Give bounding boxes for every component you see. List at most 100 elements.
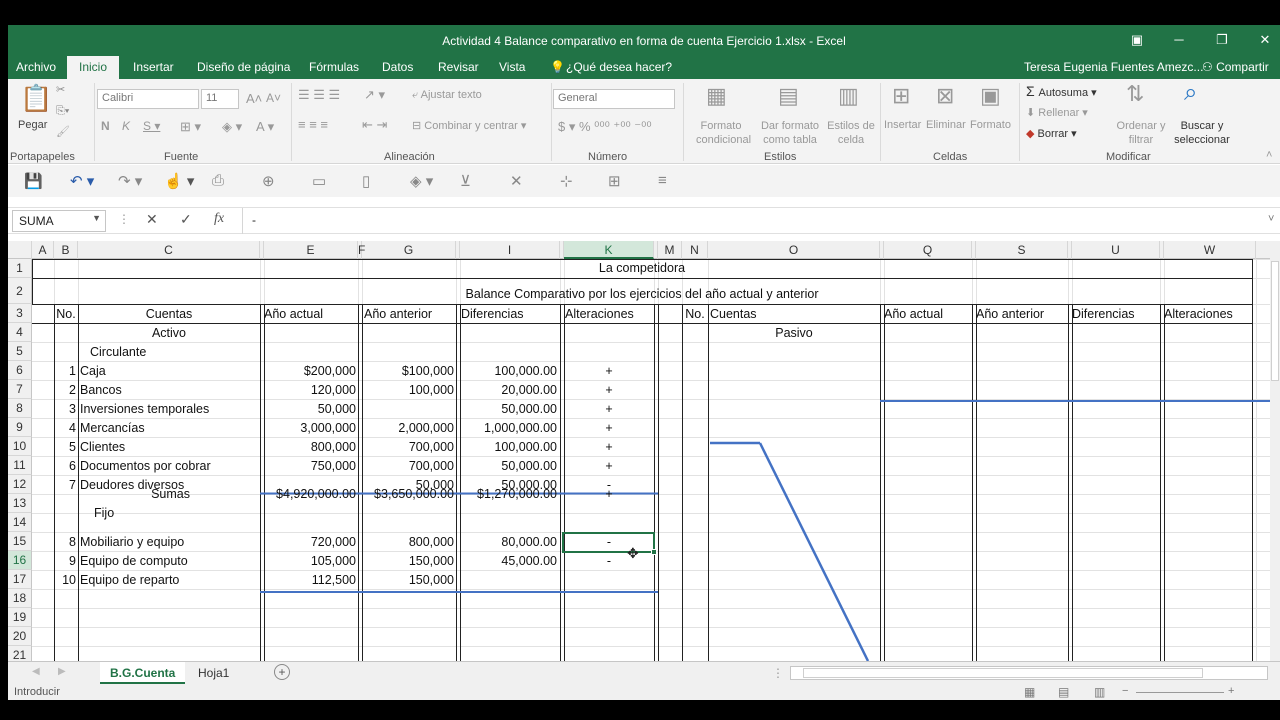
activo-label[interactable]: Activo: [78, 324, 260, 343]
restore-icon[interactable]: ❐: [1211, 30, 1233, 50]
cell-diferencias[interactable]: 45,000.00: [459, 552, 559, 571]
cell-styles-label[interactable]: Estilos de celda: [826, 119, 876, 147]
conditional-format-icon[interactable]: ▦: [706, 83, 727, 109]
cell-actual[interactable]: 750,000: [262, 457, 358, 476]
header-cuentas-pasivo[interactable]: Cuentas: [708, 305, 880, 324]
freeze-icon[interactable]: ⊞: [608, 172, 621, 190]
cell-cuenta[interactable]: Bancos: [78, 381, 260, 400]
cell-alteraciones[interactable]: +: [563, 438, 655, 457]
name-box[interactable]: SUMA ▼: [12, 210, 106, 232]
cell-cuenta[interactable]: Mobiliario y equipo: [78, 533, 260, 552]
cell-anterior[interactable]: 2,000,000: [362, 419, 456, 438]
print-preview-icon[interactable]: ⎙: [212, 172, 224, 189]
zoom-in-icon[interactable]: +: [1228, 685, 1234, 697]
user-name[interactable]: Teresa Eugenia Fuentes Amezc...: [1024, 56, 1203, 79]
zoom-out-icon[interactable]: −: [1122, 685, 1128, 697]
cell-anterior[interactable]: 700,000: [362, 438, 456, 457]
touch-mode-icon[interactable]: ☝ ▾: [164, 172, 194, 190]
sheet-tab-bgcuenta[interactable]: B.G.Cuenta: [100, 662, 186, 684]
indent-icon[interactable]: ⇤ ⇥: [362, 117, 387, 133]
header-anio-anterior-pasivo[interactable]: Año anterior: [974, 305, 1068, 324]
cell-diferencias[interactable]: 80,000.00: [459, 533, 559, 552]
cell-no[interactable]: 2: [54, 381, 78, 400]
insert-function-icon[interactable]: fx: [214, 211, 224, 227]
insert-cells-icon[interactable]: ⊞: [892, 83, 910, 109]
cell-alteraciones[interactable]: +: [563, 457, 655, 476]
merge-button[interactable]: ⊟ Combinar y centrar ▾: [412, 119, 526, 132]
fill-handle[interactable]: [651, 549, 657, 555]
cell-alteraciones[interactable]: -: [563, 533, 655, 552]
tab-vista[interactable]: Vista: [499, 56, 525, 79]
cell-actual[interactable]: 800,000: [262, 438, 358, 457]
align-left-icon[interactable]: ≡ ≡ ≡: [298, 117, 328, 132]
ribbon-display-icon[interactable]: ▣: [1126, 30, 1148, 50]
cond-format-label[interactable]: Formato condicional: [696, 119, 751, 147]
vertical-scrollbar[interactable]: [1270, 241, 1280, 661]
cell-actual[interactable]: 120,000: [262, 381, 358, 400]
italic-icon[interactable]: K: [122, 119, 130, 133]
format-painter-icon[interactable]: 🖌: [56, 125, 70, 138]
fill-bucket-icon[interactable]: ◈ ▾: [410, 172, 433, 190]
cell-diferencias[interactable]: 20,000.00: [459, 381, 559, 400]
cut-icon[interactable]: ✂: [56, 83, 65, 96]
cell-no[interactable]: 9: [54, 552, 78, 571]
paste-icon[interactable]: 📋: [20, 83, 52, 114]
align-top-icon[interactable]: ☰ ☰ ☰: [298, 87, 340, 103]
cell-no[interactable]: 8: [54, 533, 78, 552]
tab-inicio[interactable]: Inicio: [67, 56, 120, 79]
font-name-box[interactable]: Calibri: [97, 89, 199, 109]
borders-icon[interactable]: ⊞ ▾: [180, 119, 201, 135]
delete-cells-icon[interactable]: ⊠: [936, 83, 954, 109]
cell-cuenta[interactable]: Clientes: [78, 438, 260, 457]
cell-diferencias[interactable]: 50,000.00: [459, 400, 559, 419]
header-alteraciones[interactable]: Alteraciones: [563, 305, 655, 324]
zoom-icon[interactable]: ⊕: [262, 172, 275, 190]
cell-anterior[interactable]: 800,000: [362, 533, 456, 552]
chevron-down-icon[interactable]: ▼: [92, 213, 101, 223]
header-cuentas[interactable]: Cuentas: [78, 305, 260, 324]
cell-no[interactable]: 6: [54, 457, 78, 476]
cell-actual[interactable]: 720,000: [262, 533, 358, 552]
format-cells-label[interactable]: Formato: [970, 119, 1011, 131]
expand-formula-icon[interactable]: ˅: [1268, 213, 1274, 225]
tab-datos[interactable]: Datos: [382, 56, 413, 79]
paste-label[interactable]: Pegar: [18, 119, 47, 131]
cell-actual[interactable]: $200,000: [262, 362, 358, 381]
cell-actual[interactable]: 105,000: [262, 552, 358, 571]
cell-diferencias[interactable]: 1,000,000.00: [459, 419, 559, 438]
clear-formats-icon[interactable]: ✕: [510, 172, 523, 190]
delete-cells-label[interactable]: Eliminar: [926, 119, 966, 131]
cell-no[interactable]: 5: [54, 438, 78, 457]
header-anio-actual-pasivo[interactable]: Año actual: [882, 305, 972, 324]
header-diferencias[interactable]: Diferencias: [459, 305, 559, 324]
cell-alteraciones[interactable]: +: [563, 400, 655, 419]
cell-cuenta[interactable]: Caja: [78, 362, 260, 381]
cell-diferencias[interactable]: 100,000.00: [459, 438, 559, 457]
normal-view-icon[interactable]: ▦: [1024, 685, 1035, 699]
sheet-title[interactable]: La competidora: [32, 259, 1252, 278]
prev-sheet-icon[interactable]: ◀: [32, 666, 40, 677]
collapse-ribbon-icon[interactable]: ˄: [1266, 149, 1272, 161]
cell-diferencias[interactable]: 100,000.00: [459, 362, 559, 381]
sheet-tab-hoja1[interactable]: Hoja1: [188, 662, 239, 684]
cell-cuenta[interactable]: Equipo de reparto: [78, 571, 260, 590]
scroll-thumb[interactable]: [1271, 261, 1279, 381]
zoom-slider[interactable]: [1136, 692, 1224, 693]
save-icon[interactable]: 💾: [24, 172, 43, 190]
header-no[interactable]: No.: [54, 305, 78, 324]
cell-anterior[interactable]: [362, 400, 456, 419]
cell-no[interactable]: 10: [54, 571, 78, 590]
cell-diferencias[interactable]: [459, 571, 559, 590]
fijo-label[interactable]: Fijo: [92, 504, 172, 523]
find-icon[interactable]: ⌕: [1184, 79, 1197, 107]
cell-anterior[interactable]: $100,000: [362, 362, 456, 381]
cell-anterior[interactable]: 700,000: [362, 457, 456, 476]
cell-no[interactable]: 1: [54, 362, 78, 381]
cell-anterior[interactable]: 100,000: [362, 381, 456, 400]
cell-cuenta[interactable]: Mercancías: [78, 419, 260, 438]
spreadsheet-grid[interactable]: A B C E F G I K M N O Q S U W 1234567891…: [8, 241, 1280, 661]
fill-button[interactable]: ⬇ Rellenar ▾: [1026, 106, 1088, 119]
sumas-actual[interactable]: $4,920,000.00: [262, 485, 358, 504]
sort-filter-label[interactable]: Ordenar y filtrar: [1112, 119, 1170, 147]
cell-styles-icon[interactable]: ▥: [838, 83, 859, 109]
